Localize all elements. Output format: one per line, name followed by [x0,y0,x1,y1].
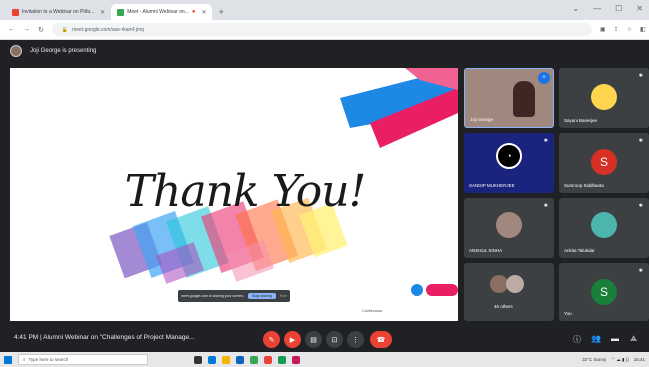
camera-indicator-icon[interactable]: ▣ [600,26,606,33]
mic-off-icon: ✱ [638,268,643,274]
tab-title: Invitation to a Webinar on Pitfa... [22,9,95,15]
tab-title: Meet - Alumni Webinar on... [127,9,189,15]
avatar [506,275,524,293]
back-icon[interactable]: ← [8,26,15,33]
windows-start-icon[interactable] [4,355,12,364]
presenter-avatar [10,45,22,57]
system-tray: 32°C Sunny ⌃ ☁ ▮ )) 16:41 [582,357,645,363]
people-icon[interactable]: 👥 [591,334,601,343]
new-tab-button[interactable]: + [212,7,229,20]
mic-off-icon: ✱ [638,73,643,79]
file-explorer-icon[interactable] [222,355,230,364]
participant-tile[interactable]: ✱ Sayani Banerjee [559,68,649,128]
task-view-icon[interactable] [194,355,202,364]
captions-icon[interactable]: ▤ [305,331,322,348]
chevron-down-icon[interactable]: ⌄ [572,4,579,13]
url-field[interactable]: 🔒 meet.google.com/ase-rkamf-jmq [51,23,592,36]
info-icon[interactable]: ⓘ [573,334,581,345]
participant-name: SANDIP MUKHERJEE [469,183,515,188]
windows-taskbar: ⌕ Type here to search 32°C Sunny ⌃ ☁ ▮ )… [0,352,649,367]
activities-icon[interactable]: ⟁ [630,334,637,344]
chrome-icon[interactable] [250,355,258,364]
app-icon[interactable] [236,355,244,364]
camera-off-icon[interactable]: ▶ [284,331,301,348]
pin-icon[interactable]: + [538,72,550,84]
stop-sharing-button[interactable]: Stop sharing [248,293,276,299]
participant-name: You [564,311,572,316]
search-placeholder: Type here to search [28,357,69,362]
star-icon[interactable]: ☆ [627,26,632,33]
browser-tab-invitation[interactable]: Invitation to a Webinar on Pitfa... ✕ [6,4,111,20]
others-count: 46 others [494,304,513,309]
mic-off-icon: ✱ [638,203,643,209]
reload-icon[interactable]: ↻ [38,26,44,34]
hide-banner-button[interactable]: Hide [280,294,287,298]
logo-avatar: ◔ [496,143,522,169]
close-window-icon[interactable]: ✕ [636,4,643,13]
shared-screen: Thank You! meet.google.com is sharing yo… [10,68,458,321]
close-tab-icon[interactable]: ✕ [201,9,206,16]
slide-dot-blue [411,284,423,296]
meet-favicon-icon [117,8,125,16]
taskbar-search-input[interactable]: ⌕ Type here to search [18,354,148,365]
meeting-info: 4:41 PM | Alumni Webinar on "Challenges … [14,334,195,341]
extension-icon[interactable]: ◧ [640,26,646,33]
gmail-favicon-icon [12,8,19,16]
avatar [591,212,617,238]
app-icon[interactable] [264,355,272,364]
share-icon[interactable]: ⇪ [614,26,619,33]
participant-tile[interactable]: ✱ ◔ SANDIP MUKHERJEE [464,133,554,193]
meet-control-bar: 4:41 PM | Alumni Webinar on "Challenges … [0,325,649,352]
forward-icon[interactable]: → [23,26,30,33]
mic-off-icon[interactable]: ✎ [263,331,280,348]
lock-icon: 🔒 [61,26,69,33]
address-bar-row: ← → ↻ 🔒 meet.google.com/ase-rkamf-jmq ▣ … [0,20,649,40]
mic-off-icon: ✱ [543,138,548,144]
participant-tile[interactable]: + Joji George [464,68,554,128]
chat-icon[interactable]: ▬ [611,334,619,343]
slide-headline: Thank You! [124,166,367,217]
presenting-text: Joji George is presenting [30,48,97,54]
participant-tile[interactable]: ✱ S Sumroop Siddhanta [559,133,649,193]
participant-tile[interactable]: ✱ Ankita Talukdar [559,198,649,258]
participant-name: Sumroop Siddhanta [564,183,604,188]
slide-footer-text: Continuous [362,308,383,313]
participant-name: Sayani Banerjee [564,118,598,123]
avatar: S [591,149,617,175]
browser-tab-meet[interactable]: Meet - Alumni Webinar on... ● ✕ [111,4,213,20]
presenting-bar: Joji George is presenting [0,40,649,62]
participant-name: Joji George [470,117,494,122]
others-tile[interactable]: 46 others [464,263,554,321]
more-vert-icon[interactable]: ⋮ [347,331,364,348]
avatar: S [591,279,617,305]
app-icon[interactable] [292,355,300,364]
person-silhouette [513,81,535,117]
screen-share-banner: meet.google.com is sharing your screen. … [178,290,290,302]
slide-pill-pink [426,284,458,296]
present-icon[interactable]: ⊡ [326,331,343,348]
url-text: meet.google.com/ase-rkamf-jmq [72,26,144,33]
share-banner-message: meet.google.com is sharing your screen. [181,294,245,298]
weather-text[interactable]: 32°C Sunny [582,357,606,362]
clock[interactable]: 16:41 [634,357,645,362]
avatar [496,212,522,238]
mic-off-icon: ✱ [543,203,548,209]
search-icon: ⌕ [23,357,26,362]
participant-name: ANSHUL SINHA [469,248,503,253]
app-icon[interactable] [278,355,286,364]
close-tab-icon[interactable]: ✕ [100,9,105,16]
browser-tab-strip: Invitation to a Webinar on Pitfa... ✕ Me… [0,0,649,20]
minimize-icon[interactable]: — [593,4,601,13]
self-tile[interactable]: ✱ S You [559,263,649,321]
participant-name: Ankita Talukdar [564,248,595,253]
participant-tile[interactable]: ✱ ANSHUL SINHA [464,198,554,258]
maximize-icon[interactable]: ☐ [615,4,622,13]
avatar [591,84,617,110]
tray-icons[interactable]: ⌃ ☁ ▮ )) [611,357,629,363]
call-end-icon[interactable]: ☎ [370,331,392,348]
mic-off-icon: ✱ [638,138,643,144]
window-controls: ⌄ — ☐ ✕ [572,4,643,13]
edge-icon[interactable] [208,355,216,364]
recording-dot-icon: ● [191,9,196,15]
